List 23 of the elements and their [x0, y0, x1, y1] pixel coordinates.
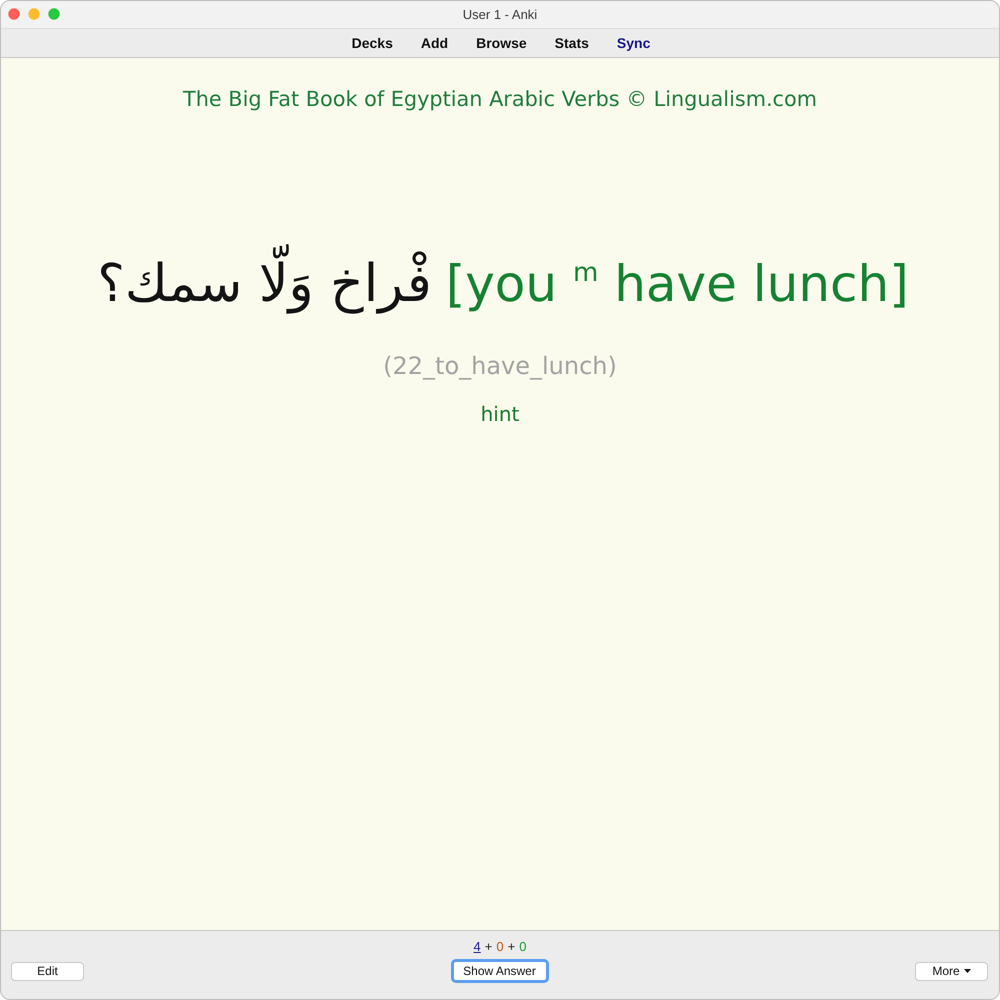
- english-prompt: [you $^{m}$ have lunch]: [446, 254, 909, 315]
- menu-link[interactable]: Sync: [606, 33, 662, 53]
- hint-link[interactable]: hint: [480, 400, 520, 428]
- close-icon[interactable]: [8, 8, 20, 20]
- due-count: 0: [519, 939, 526, 955]
- window-title: User 1 - Anki: [462, 7, 538, 22]
- maximize-icon[interactable]: [48, 8, 60, 20]
- more-button[interactable]: More: [915, 962, 988, 980]
- show-answer-button[interactable]: Show Answer: [450, 959, 548, 983]
- plus-sign: +: [508, 939, 516, 955]
- deck-credit: The Big Fat Book of Egyptian Arabic Verbs © Lingualism.com: [183, 86, 817, 113]
- menu-link[interactable]: Add: [410, 33, 460, 53]
- caret-icon: [964, 969, 971, 973]
- edit-button[interactable]: Edit: [11, 962, 84, 980]
- menu-link[interactable]: Stats: [544, 33, 600, 53]
- arabic-phrase: فْراخ وَلّا سمك؟: [91, 241, 438, 327]
- due-count: 4: [474, 939, 481, 955]
- menu-link[interactable]: Decks: [340, 33, 404, 53]
- menu-link[interactable]: Browse: [465, 33, 538, 53]
- due-count: 0: [496, 939, 504, 955]
- plus-sign: +: [484, 939, 492, 955]
- note-id: (22_to_have_lunch): [383, 351, 617, 382]
- minimize-icon[interactable]: [28, 8, 40, 20]
